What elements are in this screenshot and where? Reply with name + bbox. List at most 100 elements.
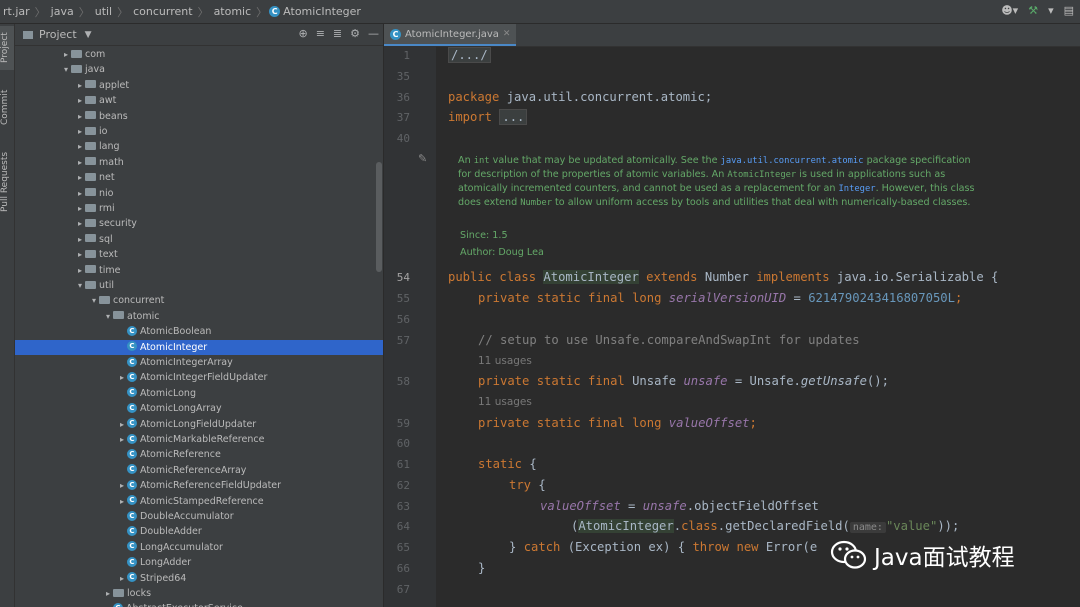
chevron-right-icon[interactable]: ▸	[117, 432, 127, 447]
chevron-right-icon[interactable]: ▸	[117, 478, 127, 493]
folder-icon	[85, 203, 96, 212]
tree-node-io[interactable]: ▸ io	[15, 124, 383, 139]
tree-node-atomicboolean[interactable]: C AtomicBoolean	[15, 324, 383, 339]
code-text: .	[673, 519, 682, 533]
tree-node-locks[interactable]: ▸ locks	[15, 586, 383, 601]
chevron-right-icon[interactable]: ▸	[75, 232, 85, 247]
chevron-down-icon[interactable]: ▾	[89, 293, 99, 308]
locate-icon[interactable]: ⊕	[298, 27, 307, 40]
chevron-down-icon[interactable]: ▾	[75, 278, 85, 293]
tree-node-atomicintegerarray[interactable]: C AtomicIntegerArray	[15, 355, 383, 370]
breadcrumb-concurrent[interactable]: concurrent	[130, 5, 195, 18]
chevron-right-icon[interactable]: ▸	[75, 109, 85, 124]
tab-pull-requests[interactable]: Pull Requests	[0, 144, 14, 220]
tree-node-lang[interactable]: ▸ lang	[15, 139, 383, 154]
tree-node-applet[interactable]: ▸ applet	[15, 78, 383, 93]
chevron-right-icon[interactable]: ▸	[103, 586, 113, 601]
tree-node-sql[interactable]: ▸ sql	[15, 232, 383, 247]
breadcrumb-atomicinteger[interactable]: AtomicInteger	[280, 5, 364, 18]
chevron-down-icon[interactable]: ▾	[61, 62, 71, 77]
chevron-right-icon[interactable]: ▸	[117, 571, 127, 586]
chevron-right-icon[interactable]: ▸	[61, 47, 71, 62]
tree-node-java[interactable]: ▾ java	[15, 62, 383, 77]
expand-all-icon[interactable]: ≡	[316, 27, 325, 40]
tree-node-time[interactable]: ▸ time	[15, 263, 383, 278]
hide-icon[interactable]: —	[368, 27, 379, 40]
chevron-right-icon[interactable]: ▸	[75, 155, 85, 170]
tree-node-longadder[interactable]: C LongAdder	[15, 555, 383, 570]
close-icon[interactable]: ✕	[503, 29, 511, 39]
chevron-right-icon[interactable]: ▸	[75, 186, 85, 201]
tree-node-longaccumulator[interactable]: C LongAccumulator	[15, 540, 383, 555]
breadcrumb-util[interactable]: util	[92, 5, 115, 18]
chevron-right-icon[interactable]: ▸	[75, 201, 85, 216]
tree-node-text[interactable]: ▸ text	[15, 247, 383, 262]
chevron-right-icon[interactable]: ▸	[75, 247, 85, 262]
chevron-right-icon[interactable]: ▸	[75, 170, 85, 185]
chevron-down-icon[interactable]: ▾	[103, 309, 113, 324]
chevron-right-icon[interactable]: ▸	[75, 216, 85, 231]
chevron-right-icon[interactable]: ▸	[117, 494, 127, 509]
chevron-right-icon[interactable]: ▸	[117, 370, 127, 385]
usages-hint[interactable]: 11 usages	[478, 396, 532, 408]
chevron-right-icon[interactable]: ▸	[75, 78, 85, 93]
class-icon: C	[127, 464, 137, 475]
tree-node-math[interactable]: ▸ math	[15, 155, 383, 170]
tree-node-atomicreferencefieldupdater[interactable]: ▸ C AtomicReferenceFieldUpdater	[15, 478, 383, 493]
build-hammer-icon[interactable]: ⚒	[1028, 4, 1038, 17]
tree-node-nio[interactable]: ▸ nio	[15, 186, 383, 201]
tree-node-net[interactable]: ▸ net	[15, 170, 383, 185]
class-icon: C	[127, 356, 137, 367]
chevron-down-icon[interactable]: ▼	[85, 30, 92, 40]
collapse-all-icon[interactable]: ≣	[333, 27, 342, 40]
tree-node-com[interactable]: ▸ com	[15, 47, 383, 62]
layout-icon[interactable]: ▤	[1064, 4, 1074, 17]
tree-node-beans[interactable]: ▸ beans	[15, 109, 383, 124]
tree-node-awt[interactable]: ▸ awt	[15, 93, 383, 108]
tree-node-security[interactable]: ▸ security	[15, 216, 383, 231]
tree-node-concurrent[interactable]: ▾ concurrent	[15, 293, 383, 308]
tree-node-doubleaccumulator[interactable]: C DoubleAccumulator	[15, 509, 383, 524]
chevron-right-icon[interactable]: ▸	[117, 417, 127, 432]
tab-atomicinteger-java[interactable]: C AtomicInteger.java ✕	[384, 24, 517, 46]
tree-node-atomic[interactable]: ▾ atomic	[15, 309, 383, 324]
tab-commit[interactable]: Commit	[0, 82, 14, 132]
run-config-icon[interactable]: ▾	[1048, 4, 1054, 17]
code-editor[interactable]: /.../ package java.util.concurrent.atomi…	[418, 46, 1080, 607]
chevron-right-icon[interactable]: ▸	[75, 263, 85, 278]
edit-doc-icon[interactable]: ✎	[418, 152, 427, 165]
tree-node-atomicreferencearray[interactable]: C AtomicReferenceArray	[15, 463, 383, 478]
tree-node-atomicreference[interactable]: C AtomicReference	[15, 447, 383, 462]
folded-region[interactable]: /.../	[448, 47, 491, 63]
tree-node-atomicintegerfieldupdater[interactable]: ▸ C AtomicIntegerFieldUpdater	[15, 370, 383, 385]
tree-node-doubleadder[interactable]: C DoubleAdder	[15, 524, 383, 539]
tree-node-label: atomic	[127, 310, 160, 322]
breadcrumb-java[interactable]: java	[48, 5, 77, 18]
tree-node-rmi[interactable]: ▸ rmi	[15, 201, 383, 216]
tree-node-util[interactable]: ▾ util	[15, 278, 383, 293]
tree-node-striped64[interactable]: ▸ C Striped64	[15, 571, 383, 586]
tree-node-atomiclongarray[interactable]: C AtomicLongArray	[15, 401, 383, 416]
doc-link[interactable]: Integer	[838, 184, 875, 194]
usages-hint[interactable]: 11 usages	[478, 355, 532, 367]
tree-node-atomicmarkablereference[interactable]: ▸ C AtomicMarkableReference	[15, 432, 383, 447]
chevron-right-icon[interactable]: ▸	[75, 124, 85, 139]
tree-node-abstractexecutorservice[interactable]: CAbstractExecutorService	[15, 601, 383, 607]
code-line-55: private static final long serialVersionU…	[478, 291, 962, 305]
tree-node-atomiclongfieldupdater[interactable]: ▸ C AtomicLongFieldUpdater	[15, 417, 383, 432]
tree-node-atomicinteger[interactable]: C AtomicInteger	[15, 339, 383, 355]
folded-imports[interactable]: ...	[499, 109, 528, 125]
tab-project[interactable]: Project	[0, 26, 14, 70]
user-icon[interactable]: ☻▾	[1001, 4, 1018, 17]
tree-node-atomicstampedreference[interactable]: ▸ C AtomicStampedReference	[15, 494, 383, 509]
gear-icon[interactable]: ⚙	[350, 27, 360, 40]
chevron-right-icon[interactable]: ▸	[75, 93, 85, 108]
folder-icon	[71, 64, 82, 73]
tree-scrollbar[interactable]	[376, 162, 382, 272]
breadcrumb-atomic[interactable]: atomic	[211, 5, 255, 18]
tree-node-atomiclong[interactable]: C AtomicLong	[15, 386, 383, 401]
doc-link[interactable]: java.util.concurrent.atomic	[721, 156, 864, 166]
chevron-right-icon[interactable]: ▸	[75, 139, 85, 154]
breadcrumb-rt-jar[interactable]: rt.jar	[0, 5, 33, 18]
project-view-selector[interactable]: Project	[39, 28, 77, 41]
